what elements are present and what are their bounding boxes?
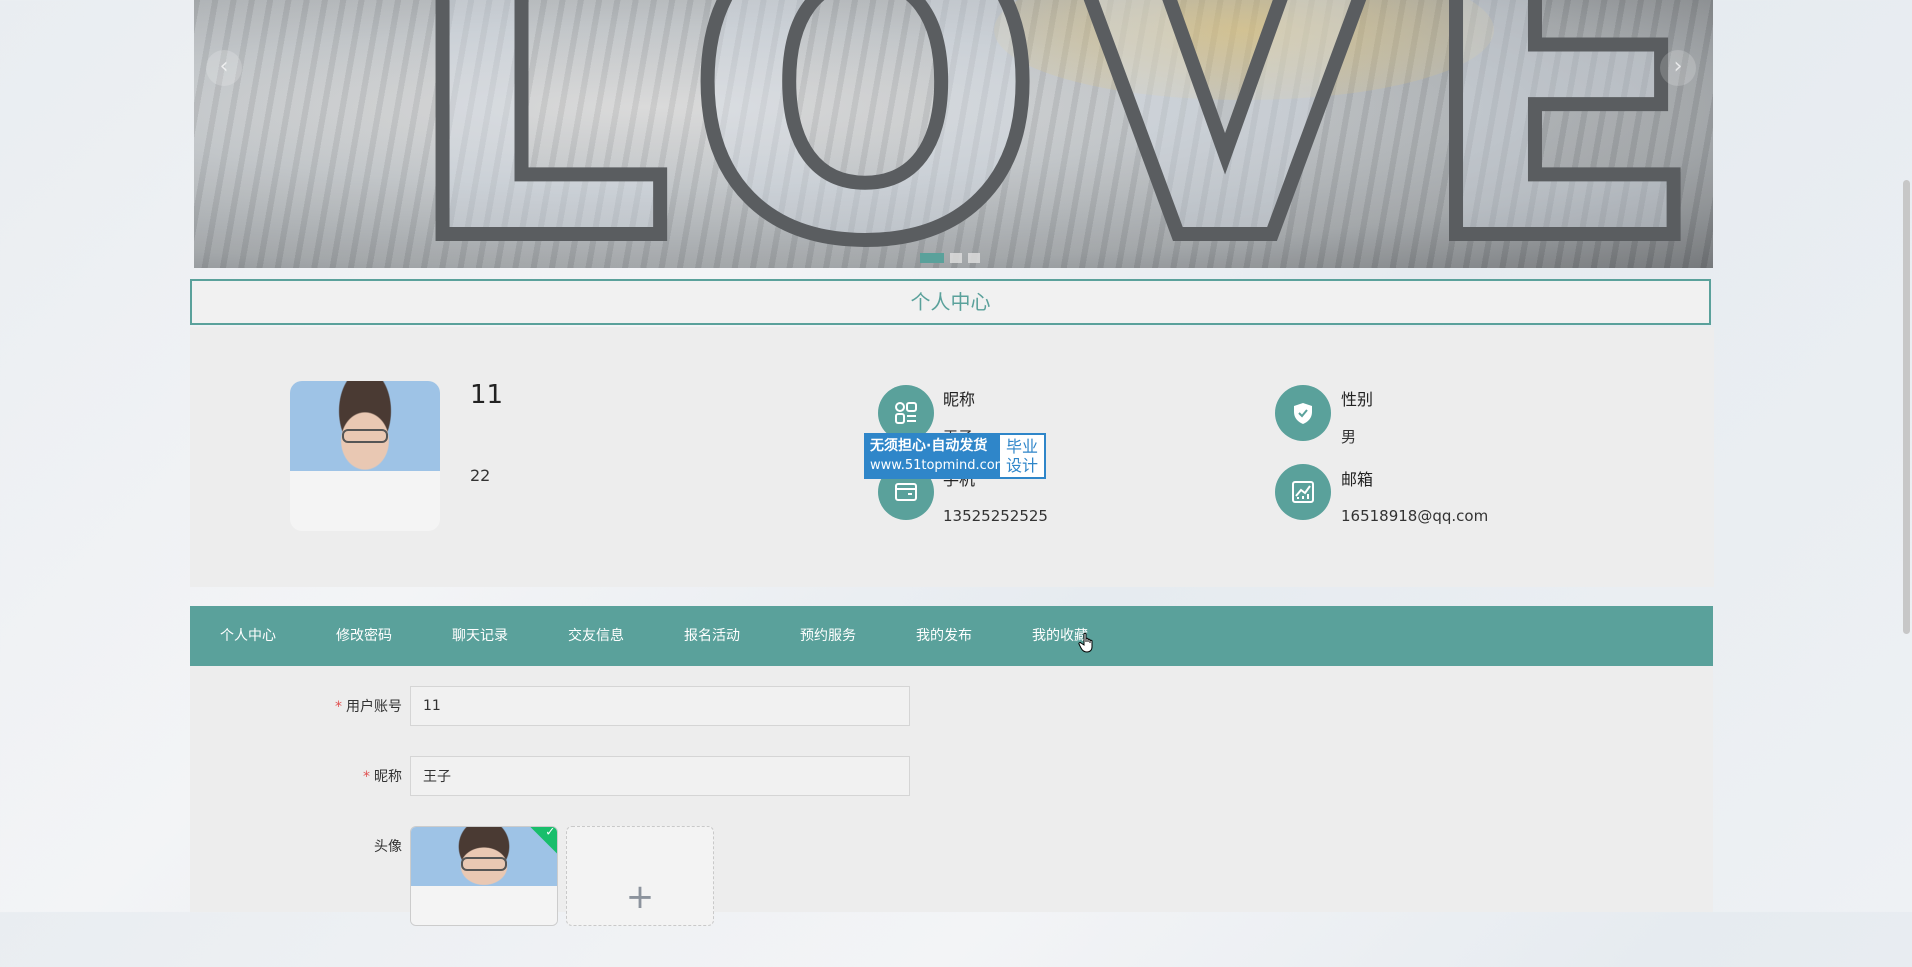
avatar-photo: [290, 381, 440, 531]
hand-cursor-icon: [1078, 632, 1093, 653]
page-scrollbar[interactable]: [1902, 0, 1912, 912]
section-title: 个人中心: [190, 279, 1711, 325]
watermark-line1: 无须担心·自动发货: [870, 438, 988, 454]
gender-label: 性别: [1341, 390, 1374, 409]
carousel-indicators: [920, 253, 980, 263]
tab-my-posts[interactable]: 我的发布: [886, 606, 1002, 666]
page: LOVE ‹ › 个人中心 11 22 昵称 王子 手机 13525252525: [0, 0, 1912, 926]
gender-value: 男: [1341, 428, 1357, 446]
shield-icon: [1275, 385, 1331, 441]
chevron-right-icon[interactable]: ›: [1660, 50, 1696, 86]
tab-dating-info[interactable]: 交友信息: [538, 606, 654, 666]
required-mark: *: [335, 699, 342, 715]
tab-change-password[interactable]: 修改密码: [306, 606, 422, 666]
scrollbar-thumb[interactable]: [1903, 180, 1910, 634]
watermark-right1: 毕业: [1005, 437, 1038, 456]
avatar: [290, 381, 440, 531]
plus-icon[interactable]: +: [566, 826, 714, 926]
profile-username: 11: [470, 380, 504, 410]
avatar-upload-thumbnail[interactable]: ✓: [410, 826, 558, 926]
tab-personal-center[interactable]: 个人中心: [190, 606, 306, 666]
nickname-input[interactable]: [410, 756, 910, 796]
avatar-thumbnail-photo: [411, 827, 557, 925]
watermark-left: 无须担心·自动发货 www.51topmind.com: [866, 435, 1007, 477]
nickname-field-label-text: 昵称: [374, 769, 402, 785]
banner-love-image: LOVE: [397, 0, 1713, 268]
chevron-left-icon[interactable]: ‹: [206, 50, 242, 86]
tab-my-favorites[interactable]: 我的收藏: [1002, 606, 1118, 666]
account-label: * 用户账号: [262, 696, 402, 716]
tab-event-signup[interactable]: 报名活动: [654, 606, 770, 666]
watermark-line2: www.51topmind.com: [870, 458, 1008, 473]
profile-age: 22: [470, 466, 491, 485]
nickname-field-label: * 昵称: [262, 766, 402, 786]
carousel-dot-1[interactable]: [920, 253, 944, 263]
chart-icon: [1275, 464, 1331, 520]
profile-tabs: 个人中心 修改密码 聊天记录 交友信息 报名活动 预约服务 我的发布 我的收藏: [190, 606, 1713, 666]
watermark-right2: 设计: [1005, 456, 1038, 475]
carousel-dot-2[interactable]: [950, 253, 962, 263]
email-label: 邮箱: [1341, 470, 1374, 489]
nickname-label: 昵称: [943, 390, 976, 409]
watermark-right: 毕业 设计: [1000, 435, 1044, 477]
avatar-field-label: 头像: [374, 839, 402, 855]
email-value: 16518918@qq.com: [1341, 507, 1489, 525]
check-icon: ✓: [545, 826, 556, 839]
phone-value: 13525252525: [943, 507, 1048, 525]
account-input[interactable]: [410, 686, 910, 726]
account-label-text: 用户账号: [346, 699, 402, 715]
required-mark: *: [363, 769, 370, 785]
carousel-dot-3[interactable]: [968, 253, 980, 263]
banner-carousel[interactable]: LOVE: [194, 0, 1713, 268]
tab-chat-history[interactable]: 聊天记录: [422, 606, 538, 666]
watermark-badge: 无须担心·自动发货 www.51topmind.com 毕业 设计: [864, 433, 1046, 479]
tab-reservation[interactable]: 预约服务: [770, 606, 886, 666]
